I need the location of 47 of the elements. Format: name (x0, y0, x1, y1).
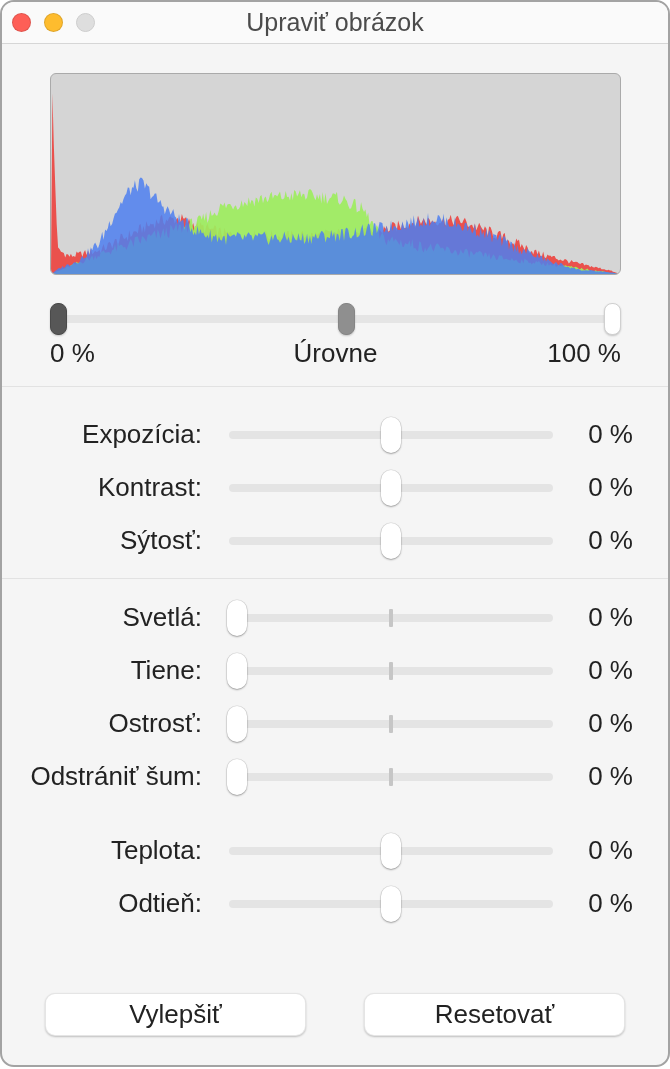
levels-handle[interactable] (50, 303, 67, 335)
slider-label: Kontrast: (96, 472, 202, 503)
slider-thumb[interactable] (227, 599, 247, 636)
slider-track[interactable] (227, 599, 555, 636)
levels-max-value: 100 % (547, 338, 621, 368)
slider-value: 0 % (587, 708, 633, 739)
slider-value: 0 % (587, 761, 633, 792)
slider-track[interactable] (227, 522, 555, 559)
slider-label: Teplota: (109, 835, 202, 866)
minimize-button[interactable] (44, 13, 63, 32)
slider-track[interactable] (227, 885, 555, 922)
slider-thumb[interactable] (381, 522, 401, 559)
slider-value: 0 % (587, 602, 633, 633)
slider-track[interactable] (227, 705, 555, 742)
slider-label: Tiene: (129, 655, 202, 686)
levels-handle[interactable] (338, 303, 356, 335)
slider-track[interactable] (227, 416, 555, 453)
slider-label: Sýtosť: (119, 525, 202, 556)
slider-value: 0 % (587, 525, 633, 556)
window-title: Upraviť obrázok (246, 8, 424, 37)
slider-label: Ostrosť: (107, 708, 202, 739)
slider-thumb[interactable] (381, 469, 401, 506)
slider-track[interactable] (227, 652, 555, 689)
slider-track[interactable] (227, 469, 555, 506)
slider-label: Odstrániť šum: (29, 761, 202, 792)
slider-thumb[interactable] (227, 758, 247, 795)
levels-min-value: 0 % (50, 338, 95, 368)
action-button[interactable]: Vylepšiť (45, 993, 306, 1036)
slider-label: Expozícia: (81, 419, 202, 450)
slider-label: Svetlá: (121, 602, 202, 633)
slider-track[interactable] (227, 832, 555, 869)
slider-value: 0 % (587, 472, 633, 503)
slider-thumb[interactable] (381, 885, 401, 922)
slider-thumb[interactable] (227, 652, 247, 689)
close-button[interactable] (12, 13, 31, 32)
slider-value: 0 % (587, 655, 633, 686)
action-button[interactable]: Resetovať (364, 993, 625, 1036)
levels-label: Úrovne (293, 338, 378, 368)
slider-thumb[interactable] (381, 416, 401, 453)
levels-slider-track[interactable] (50, 303, 621, 335)
slider-value: 0 % (587, 888, 633, 919)
slider-label: Odtieň: (117, 888, 202, 919)
slider-value: 0 % (587, 835, 633, 866)
slider-track[interactable] (227, 758, 555, 795)
slider-thumb[interactable] (381, 832, 401, 869)
slider-value: 0 % (587, 419, 633, 450)
slider-thumb[interactable] (227, 705, 247, 742)
